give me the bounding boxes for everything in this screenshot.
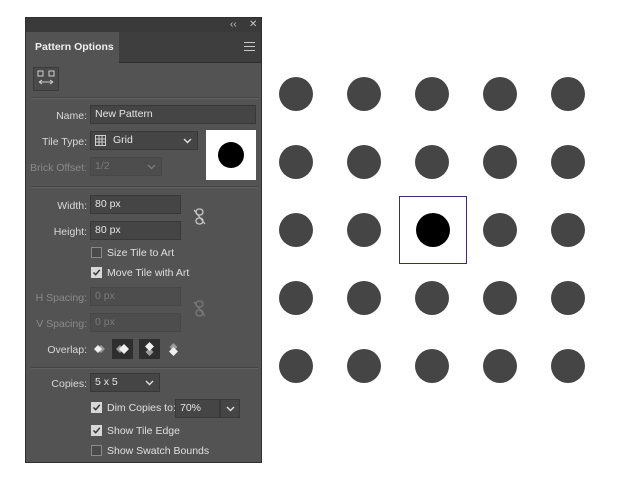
copies-value: 5 x 5 [95,376,118,388]
copies-select[interactable]: 5 x 5 [90,373,160,392]
pattern-copy-dot [347,145,381,179]
pattern-copy-dot [347,281,381,315]
chevron-down-icon [226,406,235,412]
checkmark-icon [92,404,101,411]
pattern-copy-dot [279,77,313,111]
overlap-label: Overlap: [47,344,87,356]
brick-offset-select[interactable]: 1/2 [90,157,162,176]
preview-dot [218,142,244,168]
v-spacing-field[interactable]: 0 px [90,313,181,332]
v-spacing-label: V Spacing: [36,318,87,330]
height-field[interactable]: 80 px [90,221,181,240]
height-label: Height: [53,226,87,238]
pattern-copy-dot [415,281,449,315]
brick-offset-value: 1/2 [95,160,110,172]
overlap-right-front-icon [116,344,129,354]
pattern-tile-dot[interactable] [416,213,450,247]
name-field[interactable]: New Pattern [90,105,256,124]
tab-pattern-options[interactable]: Pattern Options [26,32,119,63]
pattern-copy-dot [347,77,381,111]
pattern-tile-tool-button[interactable] [33,67,59,91]
unlink-proportions-icon[interactable] [193,208,207,226]
overlap-right-in-front-button[interactable] [112,339,133,359]
checkmark-icon [92,427,101,434]
width-field[interactable]: 80 px [90,195,181,214]
tile-type-select[interactable]: Grid [90,131,198,150]
overlap-bottom-front-icon [169,343,178,356]
overlap-left-in-front-button[interactable] [90,339,111,359]
chevron-down-icon [183,138,192,144]
size-tile-to-art-checkbox[interactable] [91,247,102,258]
pattern-copy-dot [279,145,313,179]
copies-label: Copies: [51,378,87,390]
divider [31,367,258,369]
dim-copies-field[interactable]: 70% [175,399,220,418]
pattern-options-panel: ‹‹ ✕ Pattern Options Name: New Pattern T… [25,17,262,463]
dim-copies-checkbox[interactable] [91,402,102,413]
collapse-panel-icon[interactable]: ‹‹ [230,18,237,32]
pattern-copy-dot [551,77,585,111]
name-label: Name: [56,110,87,122]
grid-icon [95,135,106,146]
overlap-top-in-front-button[interactable] [139,339,160,359]
tile-type-label: Tile Type: [42,136,87,148]
overlap-top-front-icon [145,342,154,356]
dim-copies-label: Dim Copies to: [107,402,176,414]
panel-tab-row: Pattern Options [26,32,261,63]
tile-type-value: Grid [113,134,133,146]
pattern-copy-dot [483,349,517,383]
pattern-copy-dot [415,145,449,179]
h-spacing-field[interactable]: 0 px [90,287,181,306]
pattern-copy-dot [483,281,517,315]
overlap-bottom-in-front-button[interactable] [163,339,184,359]
pattern-copy-dot [551,281,585,315]
unlink-spacing-icon[interactable] [193,300,207,318]
overlap-left-front-icon [94,345,105,353]
pattern-copy-dot [551,213,585,247]
show-swatch-bounds-label: Show Swatch Bounds [107,445,210,457]
h-spacing-label: H Spacing: [35,292,87,304]
move-tile-with-art-checkbox[interactable] [91,267,102,278]
pattern-copy-dot [415,77,449,111]
pattern-copy-dot [279,349,313,383]
pattern-copy-dot [551,145,585,179]
tile-editor-icon [37,70,55,85]
show-tile-edge-checkbox[interactable] [91,425,102,436]
pattern-copy-dot [483,145,517,179]
width-label: Width: [57,200,87,212]
pattern-copy-dot [483,77,517,111]
divider [31,97,258,99]
hamburger-menu-icon[interactable] [244,42,255,51]
pattern-copy-dot [347,349,381,383]
brick-offset-label: Brick Offset: [30,162,87,174]
pattern-copy-dot [279,281,313,315]
close-panel-icon[interactable]: ✕ [249,18,257,32]
chevron-down-icon [147,164,156,170]
pattern-copy-dot [279,213,313,247]
pattern-copy-dot [347,213,381,247]
move-tile-with-art-label: Move Tile with Art [107,267,190,279]
show-tile-edge-label: Show Tile Edge [107,425,180,437]
pattern-copy-dot [551,349,585,383]
size-tile-to-art-label: Size Tile to Art [107,247,175,259]
show-swatch-bounds-checkbox[interactable] [91,445,102,456]
pattern-tile-bounds[interactable] [399,196,467,264]
panel-titlebar: ‹‹ ✕ [26,18,261,32]
pattern-copy-dot [483,213,517,247]
dim-copies-dropdown[interactable] [220,399,240,418]
pattern-copy-dot [415,349,449,383]
divider [31,186,258,188]
pattern-preview-swatch [206,130,256,180]
checkmark-icon [92,269,101,276]
chevron-down-icon [145,380,154,386]
